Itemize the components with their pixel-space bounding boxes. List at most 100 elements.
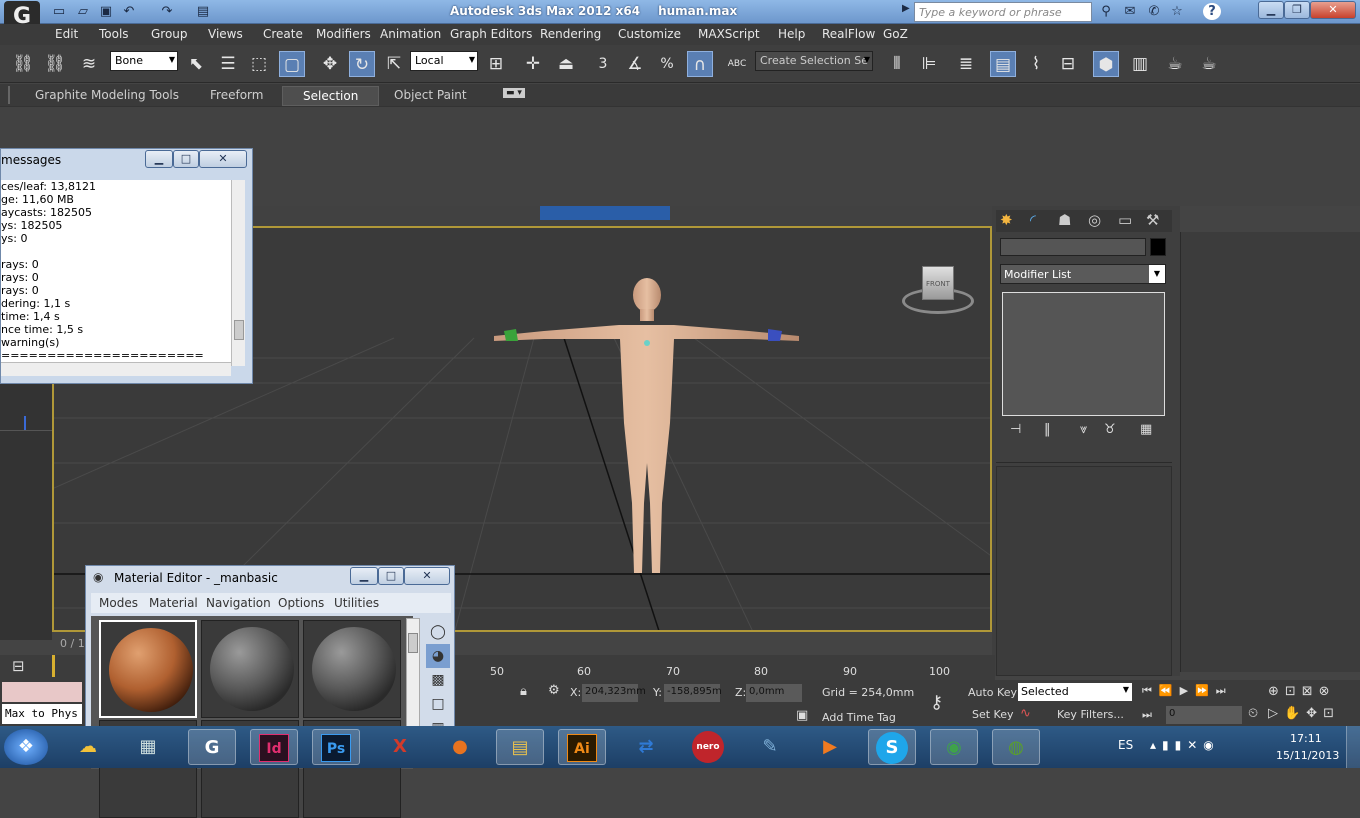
time-tag-icon[interactable]: ▣ bbox=[796, 708, 808, 723]
go-to-end-icon[interactable]: ⏭ bbox=[1216, 684, 1226, 697]
rendered-frame-icon[interactable]: ☕ bbox=[1162, 51, 1188, 77]
messages-hscrollbar[interactable] bbox=[1, 362, 231, 376]
taskbar-notepad[interactable]: ✎ bbox=[746, 729, 794, 765]
angle-snap-icon[interactable]: ∡ bbox=[622, 51, 648, 77]
render-setup-icon[interactable]: ▥ bbox=[1127, 51, 1153, 77]
motion-tab-icon[interactable]: ◎ bbox=[1088, 211, 1101, 229]
mini-curve-editor-icon[interactable]: ⊟ bbox=[12, 657, 25, 675]
material-editor-icon[interactable]: ⬢ bbox=[1093, 51, 1119, 77]
mat-menu-utilities[interactable]: Utilities bbox=[334, 596, 379, 610]
start-button[interactable]: ❖ bbox=[4, 729, 48, 765]
menu-animation[interactable]: Animation bbox=[380, 27, 441, 41]
key-mode-dropdown[interactable]: Selected ▼ bbox=[1018, 683, 1132, 701]
keyboard-shortcut-icon[interactable]: ⏏ bbox=[553, 51, 579, 77]
ref-coord-dropdown[interactable]: Local bbox=[410, 51, 478, 71]
select-rotate-icon[interactable]: ↻ bbox=[349, 51, 375, 77]
taskbar-indesign[interactable]: Id bbox=[259, 734, 289, 762]
tab-object-paint[interactable]: Object Paint bbox=[394, 88, 467, 102]
hierarchy-tab-icon[interactable]: ☗ bbox=[1058, 211, 1071, 229]
close-button[interactable]: ✕ bbox=[1310, 1, 1356, 19]
select-scale-icon[interactable]: ⇱ bbox=[381, 51, 407, 77]
time-slider-handle[interactable] bbox=[52, 655, 55, 677]
menu-create[interactable]: Create bbox=[263, 27, 303, 41]
taskbar-nero[interactable]: nero bbox=[692, 731, 724, 763]
percent-snap-icon[interactable]: % bbox=[654, 51, 680, 77]
save-icon[interactable]: ▣ bbox=[97, 3, 115, 20]
project-folder-icon[interactable]: ▤ bbox=[194, 3, 212, 20]
y-coordinate-field[interactable]: -158,895m bbox=[664, 684, 722, 702]
taskbar-globe-app[interactable]: ◍ bbox=[992, 729, 1040, 765]
language-indicator[interactable]: ES bbox=[1118, 738, 1133, 752]
binoculars-icon[interactable]: ⚲ bbox=[1097, 3, 1115, 20]
mat-menu-modes[interactable]: Modes bbox=[99, 596, 138, 610]
modifier-list-dropdown[interactable]: Modifier List ▼ bbox=[1000, 264, 1166, 284]
messages-maximize-button[interactable]: □ bbox=[173, 150, 199, 168]
taskbar-yellow-app[interactable]: ☁ bbox=[64, 729, 112, 765]
unlink-icon[interactable]: ⛓ bbox=[42, 51, 68, 77]
maxscript-input[interactable]: Max to Phys bbox=[2, 704, 82, 724]
taskbar-illustrator[interactable]: Ai bbox=[567, 734, 597, 762]
current-frame-field[interactable]: 0 bbox=[1166, 706, 1242, 724]
mat-menu-material[interactable]: Material bbox=[149, 596, 198, 610]
menu-tools[interactable]: Tools bbox=[99, 27, 129, 41]
mat-menu-options[interactable]: Options bbox=[278, 596, 324, 610]
mirror-icon[interactable]: ⫴ bbox=[884, 51, 910, 77]
backlight-icon[interactable]: ◕ bbox=[426, 644, 450, 668]
taskbar-skype[interactable]: S bbox=[876, 732, 908, 764]
tab-freeform[interactable]: Freeform bbox=[210, 88, 263, 102]
display-tab-icon[interactable]: ▭ bbox=[1118, 211, 1132, 229]
time-config-icon[interactable]: ⏲ bbox=[1248, 706, 1258, 721]
tab-graphite-modeling[interactable]: Graphite Modeling Tools bbox=[35, 88, 179, 102]
rect-selection-region-icon[interactable]: ⬚ bbox=[246, 51, 272, 77]
search-input[interactable]: Type a keyword or phrase bbox=[914, 2, 1092, 22]
ribbon-options-icon[interactable]: ▬ ▾ bbox=[503, 88, 525, 98]
tray-icons[interactable]: ▴▮▮✕◉ bbox=[1150, 738, 1220, 752]
bind-space-warp-icon[interactable]: ≋ bbox=[76, 51, 102, 77]
manipulate-icon[interactable]: ✛ bbox=[520, 51, 546, 77]
object-name-field[interactable] bbox=[1000, 238, 1146, 256]
background-pattern-icon[interactable]: ▩ bbox=[426, 668, 450, 692]
modifier-stack[interactable] bbox=[1002, 292, 1165, 416]
modify-tab-icon[interactable]: ◜ bbox=[1030, 211, 1036, 229]
sample-uv-icon[interactable]: □ bbox=[426, 692, 450, 716]
graphite-toggle-icon[interactable]: ▤ bbox=[990, 51, 1016, 77]
key-mode-toggle-icon[interactable]: ⏭ bbox=[1142, 708, 1152, 722]
set-key-icon[interactable]: ⚷ bbox=[930, 692, 943, 713]
tab-selection[interactable]: Selection bbox=[282, 86, 380, 106]
remove-modifier-icon[interactable]: ♉ bbox=[1104, 422, 1116, 437]
sample-type-icon[interactable]: ◯ bbox=[426, 620, 450, 644]
menu-maxscript[interactable]: MAXScript bbox=[698, 27, 760, 41]
render-production-icon[interactable]: ☕ bbox=[1196, 51, 1222, 77]
sample-slot[interactable] bbox=[303, 620, 401, 718]
favorites-star-icon[interactable]: ☆ bbox=[1168, 3, 1186, 20]
communication-center-icon[interactable]: ✉ bbox=[1121, 3, 1139, 20]
link-icon[interactable]: ⛓ bbox=[10, 51, 36, 77]
menu-rendering[interactable]: Rendering bbox=[540, 27, 601, 41]
sample-slot-active[interactable] bbox=[99, 620, 197, 718]
subscription-icon[interactable]: ✆ bbox=[1145, 3, 1163, 20]
prev-frame-icon[interactable]: ⏪ bbox=[1159, 684, 1173, 697]
restore-button[interactable]: ❐ bbox=[1284, 1, 1310, 19]
human-model[interactable] bbox=[484, 273, 804, 593]
help-icon[interactable]: ? bbox=[1203, 3, 1221, 20]
set-key-button[interactable]: Set Key bbox=[972, 708, 1014, 721]
utilities-tab-icon[interactable]: ⚒ bbox=[1146, 211, 1159, 229]
taskbar-firefox[interactable]: ● bbox=[436, 729, 484, 765]
menu-realflow[interactable]: RealFlow bbox=[822, 27, 875, 41]
new-file-icon[interactable]: ▭ bbox=[50, 3, 68, 20]
select-object-icon[interactable]: ⬉ bbox=[183, 51, 209, 77]
menu-customize[interactable]: Customize bbox=[618, 27, 681, 41]
clock-time[interactable]: 17:11 bbox=[1290, 732, 1322, 745]
menu-graph-editors[interactable]: Graph Editors bbox=[450, 27, 532, 41]
material-close-button[interactable]: ✕ bbox=[404, 567, 450, 585]
taskbar-calculator[interactable]: ▦ bbox=[124, 729, 172, 765]
material-minimize-button[interactable]: ▁ bbox=[350, 567, 378, 585]
mat-menu-navigation[interactable]: Navigation bbox=[206, 596, 271, 610]
open-file-icon[interactable]: ▱ bbox=[74, 3, 92, 20]
key-filters-button[interactable]: Key Filters... bbox=[1057, 708, 1124, 721]
taskbar-3ds-max[interactable]: G bbox=[188, 729, 236, 765]
configure-sets-icon[interactable]: ▦ bbox=[1140, 422, 1152, 437]
next-frame-icon[interactable]: ⏩ bbox=[1195, 684, 1209, 697]
pivot-center-icon[interactable]: ⊞ bbox=[483, 51, 509, 77]
named-selection-input[interactable]: Create Selection Se bbox=[755, 51, 873, 71]
